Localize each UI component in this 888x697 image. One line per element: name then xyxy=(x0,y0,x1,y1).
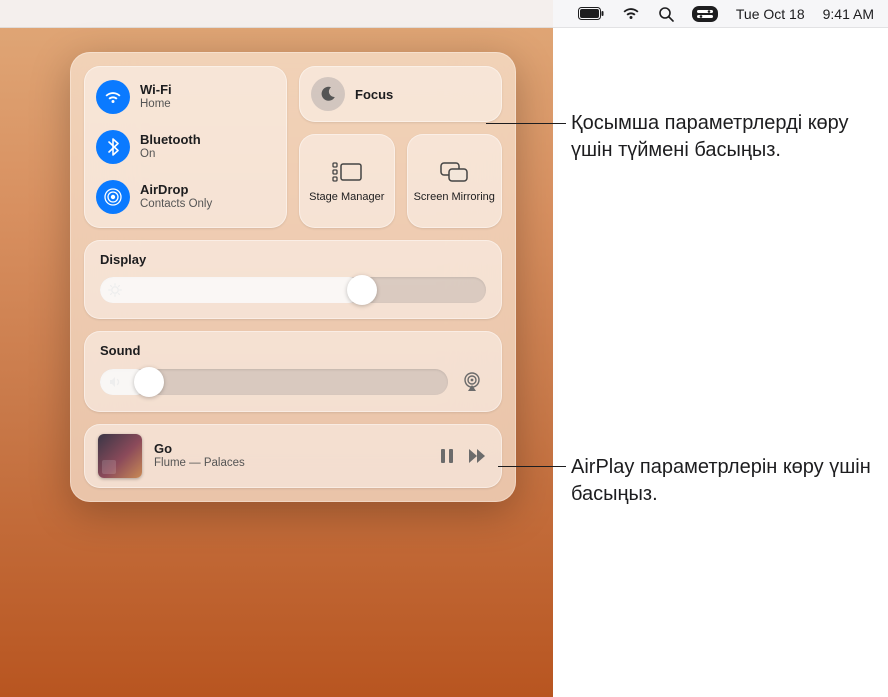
callout-line xyxy=(486,123,566,124)
next-track-button[interactable] xyxy=(468,448,488,464)
bluetooth-title: Bluetooth xyxy=(140,133,201,148)
connectivity-tile: Wi-Fi Home Bluetooth On xyxy=(84,66,287,228)
sound-slider-thumb[interactable] xyxy=(134,367,164,397)
menubar-time: 9:41 AM xyxy=(823,6,874,22)
screen-mirroring-icon xyxy=(438,159,470,185)
wifi-title: Wi-Fi xyxy=(140,83,172,98)
screen-mirroring-button[interactable]: Screen Mirroring xyxy=(407,134,503,228)
airdrop-title: AirDrop xyxy=(140,183,212,198)
menubar: Tue Oct 18 9:41 AM xyxy=(0,0,888,28)
battery-icon xyxy=(578,7,604,20)
stage-manager-icon xyxy=(331,159,363,185)
airdrop-toggle[interactable]: AirDrop Contacts Only xyxy=(96,180,275,214)
wifi-icon xyxy=(622,7,640,20)
track-artist: Flume — Palaces xyxy=(154,457,428,471)
screen-mirroring-label: Screen Mirroring xyxy=(414,191,495,204)
display-tile: Display xyxy=(84,240,502,319)
bluetooth-toggle[interactable]: Bluetooth On xyxy=(96,130,275,164)
focus-label: Focus xyxy=(355,87,393,102)
sound-label: Sound xyxy=(100,343,486,358)
focus-button[interactable]: Focus xyxy=(299,66,502,122)
display-slider-thumb[interactable] xyxy=(347,275,377,305)
album-art xyxy=(98,434,142,478)
spotlight-icon[interactable] xyxy=(658,6,674,22)
wifi-icon xyxy=(96,80,130,114)
moon-icon xyxy=(311,77,345,111)
sound-tile: Sound xyxy=(84,331,502,412)
airdrop-icon xyxy=(96,180,130,214)
now-playing-tile[interactable]: Go Flume — Palaces xyxy=(84,424,502,488)
bluetooth-status: On xyxy=(140,148,201,161)
pause-button[interactable] xyxy=(440,448,454,464)
stage-manager-button[interactable]: Stage Manager xyxy=(299,134,395,228)
sound-slider[interactable] xyxy=(100,369,448,395)
display-slider[interactable] xyxy=(100,277,486,303)
bluetooth-icon xyxy=(96,130,130,164)
control-center-icon[interactable] xyxy=(692,6,718,22)
menubar-date: Tue Oct 18 xyxy=(736,6,805,22)
stage-manager-label: Stage Manager xyxy=(309,191,384,204)
airplay-audio-button[interactable] xyxy=(458,368,486,396)
wifi-toggle[interactable]: Wi-Fi Home xyxy=(96,80,275,114)
display-label: Display xyxy=(100,252,486,267)
callout-focus: Қосымша параметрлерді көру үшін түймені … xyxy=(571,110,886,164)
airdrop-status: Contacts Only xyxy=(140,198,212,211)
track-title: Go xyxy=(154,441,428,457)
callout-line xyxy=(498,466,566,467)
control-center-panel: Wi-Fi Home Bluetooth On xyxy=(70,52,516,502)
wifi-status: Home xyxy=(140,98,172,111)
desktop: Wi-Fi Home Bluetooth On xyxy=(0,28,888,697)
callout-airplay: AirPlay параметрлерін көру үшін басыңыз. xyxy=(571,454,886,508)
